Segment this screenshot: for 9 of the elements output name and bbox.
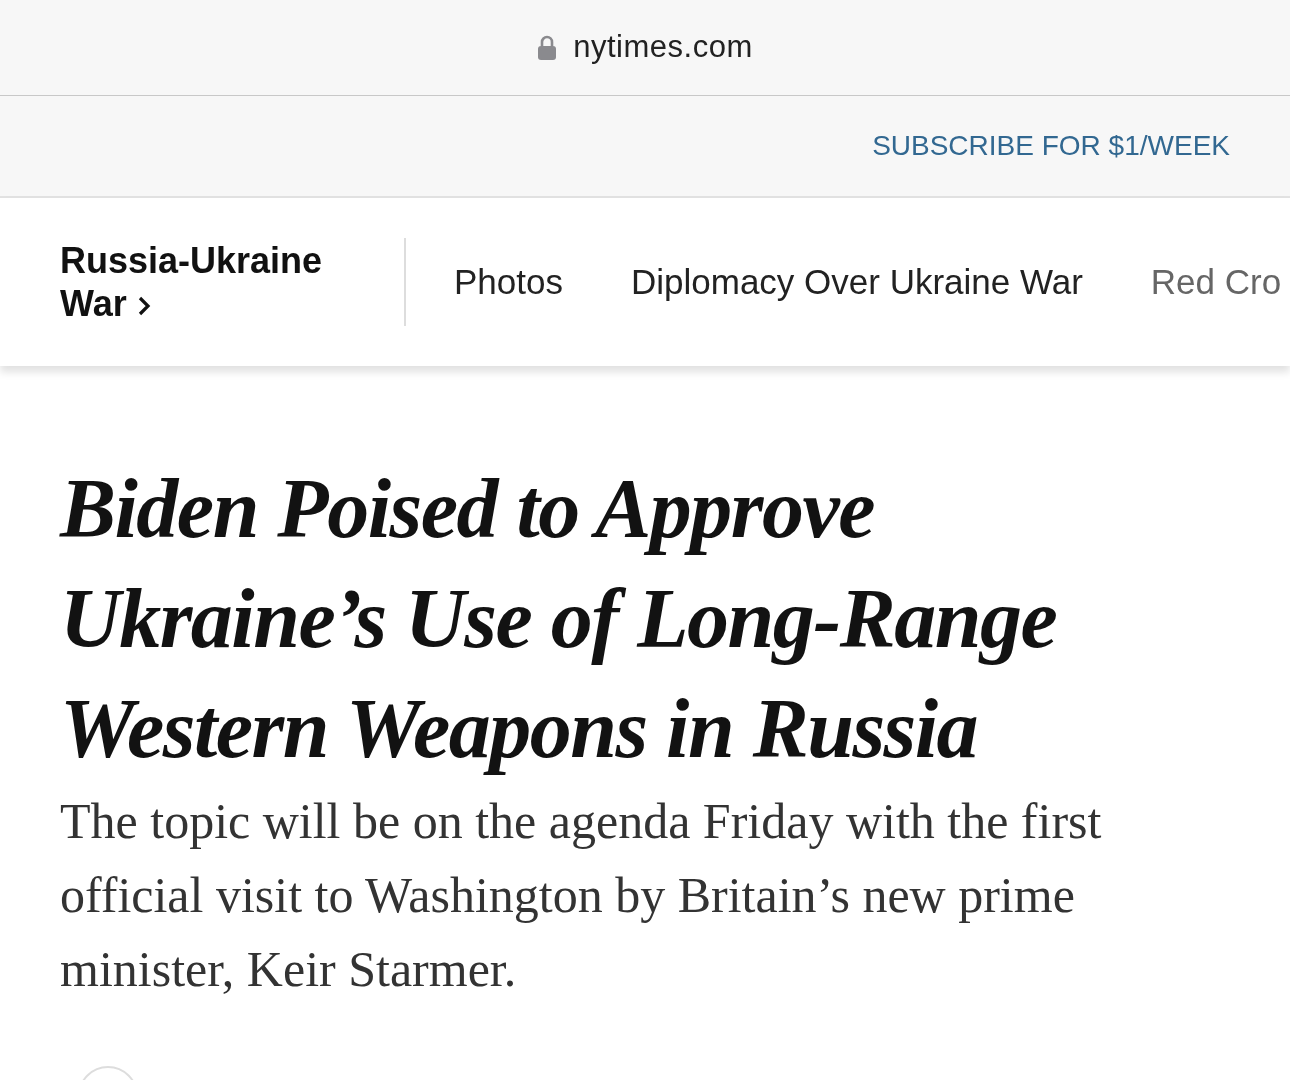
summary: The topic will be on the agenda Friday with the first official visit to Washington by Britain’s new prime minister, Keir Starmer. — [60, 792, 1103, 999]
subscribe-link[interactable]: SUBSCRIBE FOR $1/WEEK — [872, 125, 1230, 167]
nav-link[interactable]: Photos — [454, 255, 563, 309]
nav-link[interactable]: Red Cro — [1150, 255, 1282, 309]
section-link[interactable]: Russia-Ukraine War — [60, 238, 360, 326]
url-text[interactable]: nytimes.com — [573, 24, 753, 71]
chevron-icon — [136, 295, 151, 318]
nav-link[interactable]: Diplomacy Over Ukraine War — [630, 255, 1083, 309]
headline: Biden Poised to Approve Ukraine’s Use of Long-Range Western Weapons in Russia — [60, 461, 1058, 777]
